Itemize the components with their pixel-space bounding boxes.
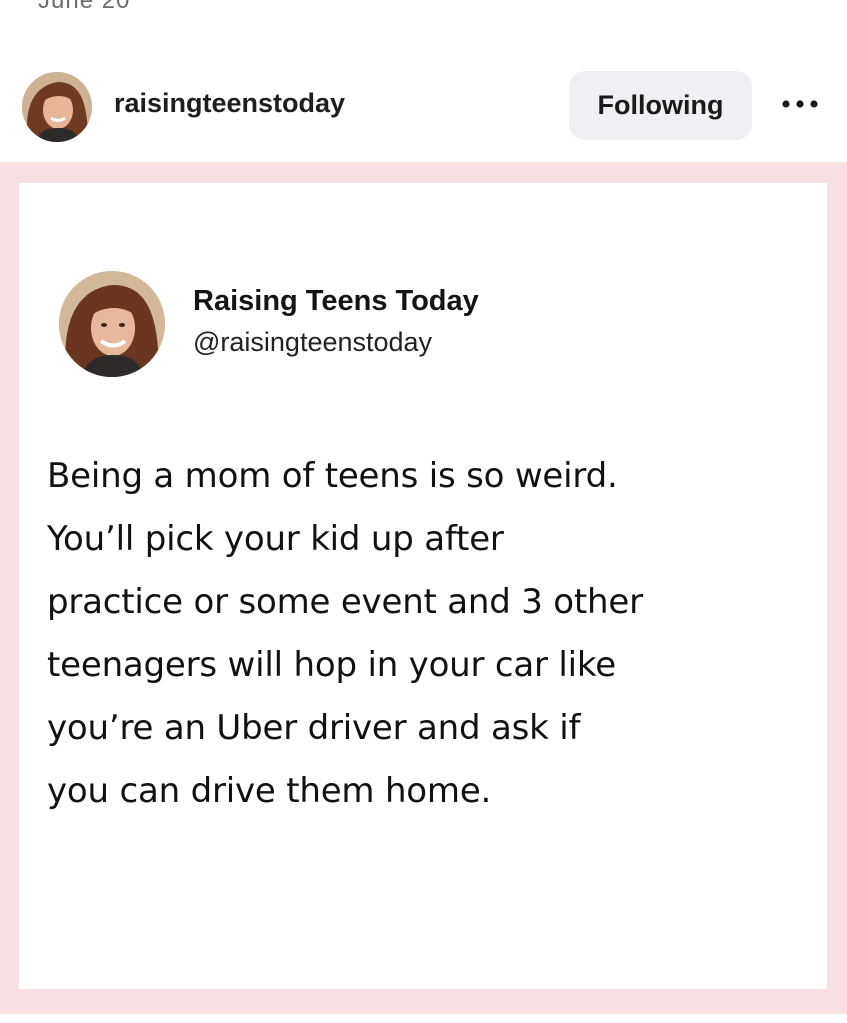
post-date: June 20 xyxy=(38,0,131,14)
tweet-display-name: Raising Teens Today xyxy=(193,285,479,317)
post-footer-edge xyxy=(0,1014,847,1023)
more-horizontal-icon xyxy=(782,100,818,108)
tweet-handle: @raisingteenstoday xyxy=(193,327,433,357)
tweet-text-line: You’ll pick your kid up after xyxy=(47,519,504,559)
tweet-author-avatar xyxy=(59,271,165,377)
tweet-avatar-image xyxy=(59,271,165,377)
more-options-button[interactable] xyxy=(772,84,828,124)
profile-avatar[interactable] xyxy=(22,72,92,142)
tweet-text-line: practice or some event and 3 other xyxy=(47,582,643,622)
post-image-frame: Raising Teens Today @raisingteenstoday B… xyxy=(0,162,847,1014)
tweet-text-line: teenagers will hop in your car like xyxy=(47,645,616,685)
post-header: raisingteenstoday Following xyxy=(0,56,847,156)
tweet-text: Being a mom of teens is so weird. You’ll… xyxy=(47,445,817,823)
profile-username[interactable]: raisingteenstoday xyxy=(114,88,345,119)
instagram-post-view: June 20 raisingteenstoday Following Rais… xyxy=(0,0,847,1023)
tweet-text-line: you’re an Uber driver and ask if xyxy=(47,708,581,748)
tweet-card: Raising Teens Today @raisingteenstoday B… xyxy=(19,183,827,989)
following-button[interactable]: Following xyxy=(569,71,752,140)
tweet-text-line: you can drive them home. xyxy=(47,771,492,811)
tweet-text-line: Being a mom of teens is so weird. xyxy=(47,456,618,496)
avatar-image xyxy=(22,72,92,142)
